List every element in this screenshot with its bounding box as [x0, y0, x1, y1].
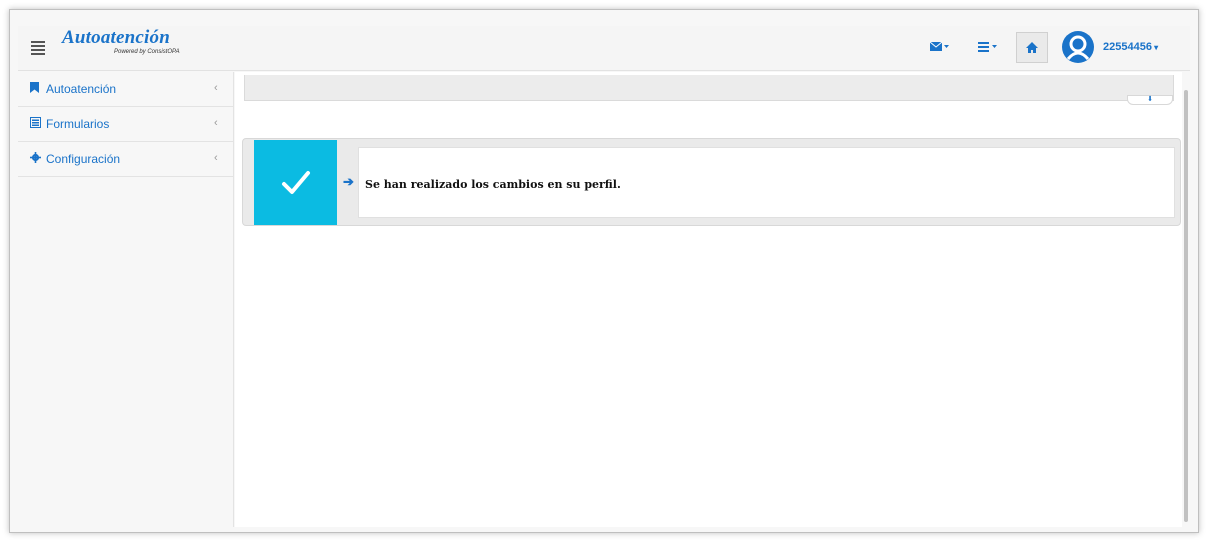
main-content: ⬇ ➔ Se han realizado los cambios en su p…	[235, 72, 1182, 527]
chevron-down-icon: ▾	[1151, 43, 1159, 52]
brand-subtitle: Powered by ConsistOPA	[114, 49, 180, 55]
user-id-label: 22554456	[1103, 41, 1152, 53]
user-menu-button[interactable]: 22554456 ▾	[1103, 41, 1158, 53]
alert-message: Se han realizado los cambios en su perfi…	[365, 178, 621, 191]
hamburger-icon[interactable]	[31, 41, 45, 55]
bookmark-icon	[30, 82, 41, 96]
chevron-left-icon: ‹	[214, 117, 218, 129]
gear-icon	[30, 152, 41, 166]
sidebar: Autoatención ‹ Formularios ‹ Configuraci…	[18, 72, 234, 527]
checkmark-panel	[254, 140, 337, 225]
chevron-left-icon: ‹	[214, 152, 218, 164]
success-alert: ➔ Se han realizado los cambios en su per…	[242, 138, 1181, 226]
checkmark-icon	[281, 170, 310, 194]
sidebar-item-autoatencion[interactable]: Autoatención ‹	[18, 72, 233, 107]
chevron-left-icon: ‹	[214, 82, 218, 94]
home-button[interactable]	[1016, 32, 1048, 63]
sidebar-item-label: Configuración	[46, 152, 121, 166]
brand-logo[interactable]: Autoatención Powered by ConsistOPA	[62, 27, 180, 55]
brand-title: Autoatención	[62, 27, 170, 48]
expand-toggle[interactable]: ⬇	[1127, 95, 1173, 105]
vertical-scrollbar[interactable]	[1183, 72, 1190, 527]
home-icon	[1026, 41, 1038, 53]
mail-icon[interactable]	[929, 41, 950, 56]
top-navbar: Autoatención Powered by ConsistOPA 22554…	[18, 26, 1190, 71]
user-avatar-icon[interactable]	[1062, 31, 1094, 63]
sidebar-item-label: Autoatención	[46, 82, 117, 96]
collapsible-header-panel	[244, 75, 1174, 101]
scrollbar-thumb[interactable]	[1184, 90, 1188, 522]
arrow-down-icon: ⬇	[1147, 96, 1153, 103]
sidebar-item-configuracion[interactable]: Configuración ‹	[18, 142, 233, 177]
alert-message-box: Se han realizado los cambios en su perfi…	[358, 147, 1175, 218]
sidebar-item-label: Formularios	[46, 117, 110, 131]
list-icon[interactable]	[978, 41, 998, 56]
arrow-right-icon: ➔	[343, 174, 354, 189]
sidebar-item-formularios[interactable]: Formularios ‹	[18, 107, 233, 142]
form-icon	[30, 117, 41, 131]
